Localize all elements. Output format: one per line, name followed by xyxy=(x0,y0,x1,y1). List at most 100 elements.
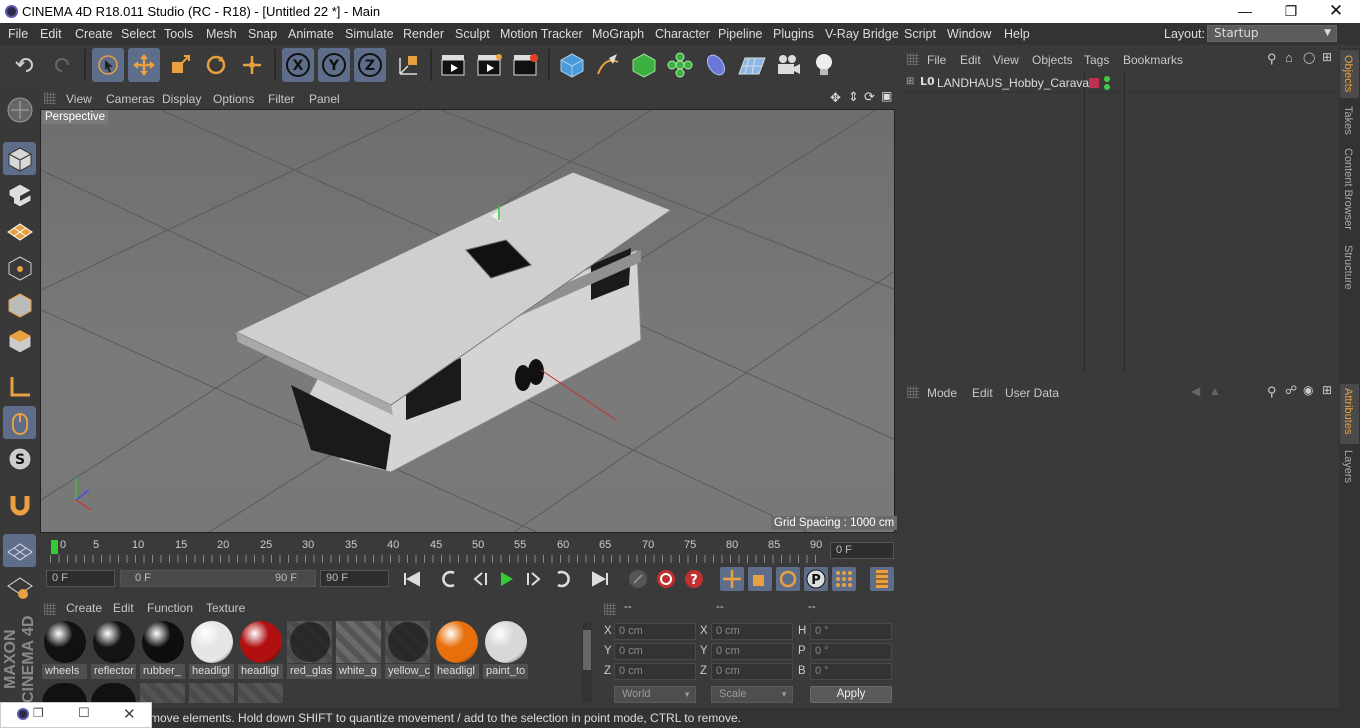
apply-button[interactable]: Apply xyxy=(810,686,892,703)
timeline-window-button[interactable] xyxy=(870,567,894,591)
points-mode-button[interactable] xyxy=(3,251,36,284)
tab-takes[interactable]: Takes xyxy=(1342,106,1354,135)
maximize-icon[interactable]: ☐ xyxy=(78,706,90,721)
menu-help[interactable]: Help xyxy=(1004,27,1030,41)
coordinate-mode-dropdown[interactable]: World ▼ xyxy=(614,686,696,703)
rotation-h-field[interactable]: 0 ° xyxy=(810,623,892,640)
objects-menu-edit[interactable]: Edit xyxy=(960,53,981,67)
solo-button[interactable]: S xyxy=(3,442,36,475)
object-tree-item[interactable]: ⊞ L0 LANDHAUS_Hobby_Caravan xyxy=(903,75,1096,92)
add-camera-button[interactable] xyxy=(772,48,804,82)
material-thumb[interactable] xyxy=(91,683,136,703)
material-swatch[interactable]: wheels xyxy=(42,621,87,679)
viewport-menu-options[interactable]: Options xyxy=(213,92,254,106)
frame-range-slider[interactable]: 0 F 90 F xyxy=(120,570,316,587)
menu-simulate[interactable]: Simulate xyxy=(345,27,394,41)
go-to-end-button[interactable] xyxy=(588,567,612,591)
new-panel-icon[interactable]: ⊞ xyxy=(1322,383,1332,397)
forward-arrow-icon[interactable]: ▲ xyxy=(1209,384,1221,398)
search-icon[interactable]: ⚲ xyxy=(1267,51,1277,67)
add-scene-button[interactable] xyxy=(736,48,768,82)
minimize-button[interactable]: — xyxy=(1222,0,1268,23)
key-point-level-button[interactable] xyxy=(832,567,856,591)
new-panel-icon[interactable]: ⊞ xyxy=(1322,50,1332,64)
add-spline-button[interactable] xyxy=(592,48,624,82)
restore-button[interactable]: ❐ xyxy=(1268,0,1314,23)
record-active-objects-button[interactable] xyxy=(654,567,678,591)
viewport-menu-view[interactable]: View xyxy=(66,92,92,106)
viewport-menu-filter[interactable]: Filter xyxy=(268,92,295,106)
material-scrollbar[interactable] xyxy=(582,622,592,702)
edges-mode-button[interactable] xyxy=(3,288,36,321)
key-parameter-button[interactable]: P xyxy=(804,567,828,591)
material-swatch[interactable]: headligl xyxy=(238,621,283,679)
size-x-field[interactable]: 0 cm xyxy=(711,623,793,640)
viewport-menu-panel[interactable]: Panel xyxy=(309,92,340,106)
menu-select[interactable]: Select xyxy=(121,27,156,41)
tweak-mode-button[interactable] xyxy=(3,406,36,439)
home-icon[interactable]: ⌂ xyxy=(1285,50,1293,65)
key-rotation-button[interactable] xyxy=(776,567,800,591)
tab-structure[interactable]: Structure xyxy=(1342,245,1354,290)
key-position-button[interactable] xyxy=(720,567,744,591)
menu-script[interactable]: Script xyxy=(904,27,936,41)
menu-mesh[interactable]: Mesh xyxy=(206,27,237,41)
material-swatch[interactable]: headligl xyxy=(189,621,234,679)
record-disabled-button[interactable] xyxy=(626,567,650,591)
material-menu-create[interactable]: Create xyxy=(66,601,102,615)
menu-motion-tracker[interactable]: Motion Tracker xyxy=(500,27,583,41)
add-deformer-button[interactable] xyxy=(700,48,732,82)
menu-plugins[interactable]: Plugins xyxy=(773,27,814,41)
add-mograph-button[interactable] xyxy=(664,48,696,82)
material-swatch[interactable]: paint_to xyxy=(483,621,528,679)
size-y-field[interactable]: 0 cm xyxy=(711,643,793,660)
attributes-menu-user-data[interactable]: User Data xyxy=(1005,386,1059,400)
material-swatch[interactable]: white_g xyxy=(336,621,381,679)
viewport-rotate-icon[interactable]: ⟳ xyxy=(864,89,875,105)
size-z-field[interactable]: 0 cm xyxy=(711,663,793,680)
add-light-button[interactable] xyxy=(808,48,840,82)
objects-menu-view[interactable]: View xyxy=(993,53,1019,67)
perspective-viewport[interactable] xyxy=(40,109,895,533)
start-frame-field[interactable]: 0 F xyxy=(46,570,115,587)
tab-content-browser[interactable]: Content Browser xyxy=(1342,148,1354,230)
texture-mode-button[interactable] xyxy=(3,178,36,211)
scale-tool-button[interactable] xyxy=(164,48,196,82)
menu-create[interactable]: Create xyxy=(75,27,113,41)
close-button[interactable]: ✕ xyxy=(1313,0,1359,23)
coordinate-system-button[interactable] xyxy=(392,48,424,82)
go-to-start-button[interactable] xyxy=(400,567,424,591)
back-arrow-icon[interactable]: ◀ xyxy=(1191,384,1200,398)
viewport-move-icon[interactable]: ✥ xyxy=(830,90,841,106)
expand-icon[interactable]: ⊞ xyxy=(906,76,914,87)
objects-menu-objects[interactable]: Objects xyxy=(1032,53,1073,67)
material-menu-texture[interactable]: Texture xyxy=(206,601,245,615)
menu-window[interactable]: Window xyxy=(947,27,991,41)
search-icon[interactable]: ⚲ xyxy=(1267,384,1277,400)
end-frame-field[interactable]: 90 F xyxy=(320,570,389,587)
menu-tools[interactable]: Tools xyxy=(164,27,193,41)
previous-key-button[interactable] xyxy=(438,567,462,591)
layout-dropdown[interactable]: Startup ▼ xyxy=(1207,25,1337,42)
undo-button[interactable] xyxy=(10,48,42,82)
x-axis-lock-button[interactable]: X xyxy=(282,48,314,82)
lock-icon[interactable]: ☍ xyxy=(1285,383,1297,397)
position-x-field[interactable]: 0 cm xyxy=(614,623,696,640)
material-thumb[interactable] xyxy=(42,683,87,703)
menu-vray-bridge[interactable]: V-Ray Bridge xyxy=(825,27,899,41)
viewport-zoom-icon[interactable]: ⇕ xyxy=(848,89,859,105)
y-axis-lock-button[interactable]: Y xyxy=(318,48,350,82)
z-axis-lock-button[interactable]: Z xyxy=(354,48,386,82)
close-icon[interactable]: ✕ xyxy=(123,705,136,723)
live-selection-button[interactable] xyxy=(92,48,124,82)
objects-menu-file[interactable]: File xyxy=(927,53,946,67)
transform-mode-dropdown[interactable]: Scale ▼ xyxy=(711,686,793,703)
autokeying-button[interactable]: ? xyxy=(682,567,706,591)
objects-menu-bookmarks[interactable]: Bookmarks xyxy=(1123,53,1183,67)
next-key-button[interactable] xyxy=(550,567,574,591)
material-swatch[interactable]: reflector xyxy=(91,621,136,679)
locked-workplane-button[interactable] xyxy=(3,570,36,603)
menu-pipeline[interactable]: Pipeline xyxy=(718,27,762,41)
add-nurbs-button[interactable] xyxy=(628,48,660,82)
menu-edit[interactable]: Edit xyxy=(40,27,62,41)
